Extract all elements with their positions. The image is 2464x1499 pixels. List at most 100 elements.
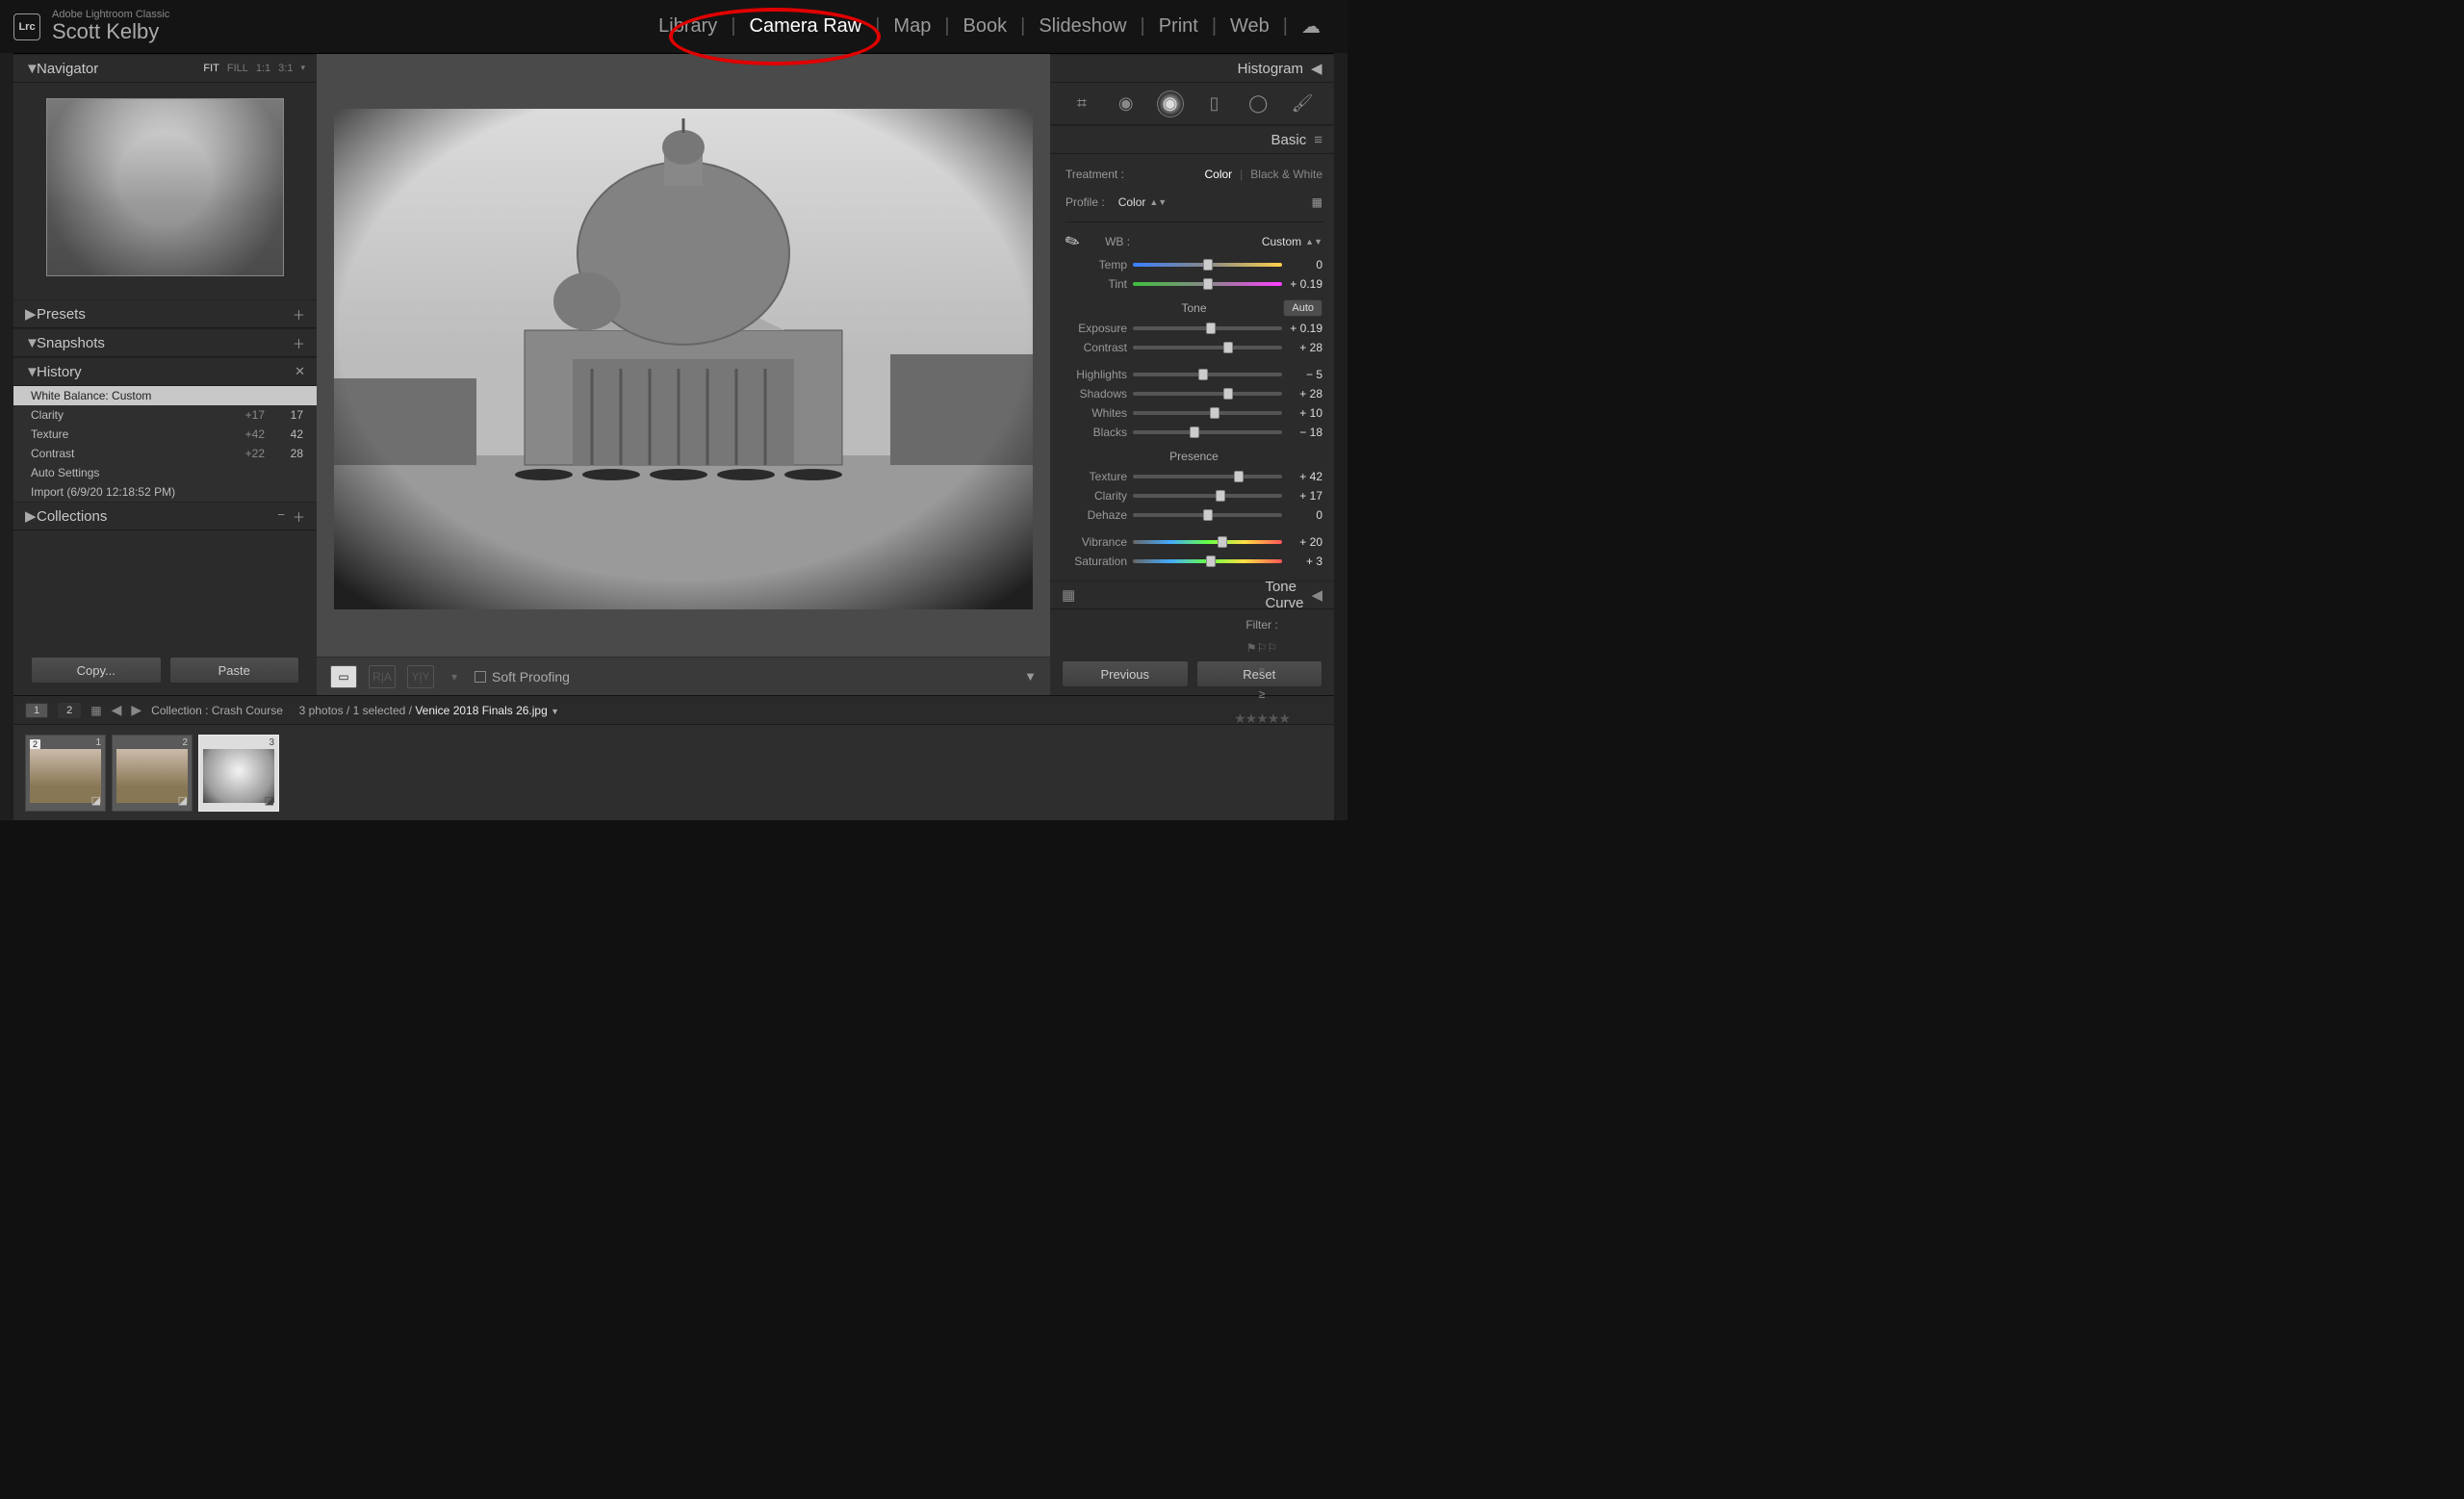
slider-knob[interactable] bbox=[1190, 426, 1199, 438]
module-map[interactable]: Map bbox=[880, 15, 944, 38]
slider-track[interactable] bbox=[1133, 411, 1282, 415]
filmstrip-thumb-selected[interactable]: 3 ◪ bbox=[198, 735, 279, 812]
slider-vibrance[interactable]: Vibrance+ 20 bbox=[1065, 532, 1322, 552]
slider-knob[interactable] bbox=[1203, 259, 1213, 271]
nav-back-icon[interactable]: ◀ bbox=[112, 702, 122, 718]
history-item[interactable]: Clarity+1717 bbox=[13, 405, 317, 425]
module-camera-raw[interactable]: Camera Raw bbox=[736, 15, 876, 38]
module-book[interactable]: Book bbox=[950, 15, 1021, 38]
dropdown-caret-icon[interactable]: ▼ bbox=[551, 707, 559, 716]
spot-removal-tool-icon[interactable]: ◉ bbox=[1113, 90, 1140, 117]
zoom-1to1[interactable]: 1:1 bbox=[256, 63, 270, 74]
auto-tone-button[interactable]: Auto bbox=[1283, 299, 1322, 317]
filmstrip-thumb[interactable]: 2 ◪ bbox=[112, 735, 192, 812]
history-item[interactable]: Texture+4242 bbox=[13, 425, 317, 444]
radial-filter-tool-icon[interactable]: ◯ bbox=[1245, 90, 1271, 117]
add-icon[interactable]: ＋ bbox=[293, 507, 305, 526]
red-eye-tool-icon[interactable]: ◉ bbox=[1157, 90, 1184, 117]
module-web[interactable]: Web bbox=[1217, 15, 1283, 38]
tone-curve-header[interactable]: ▦ Tone Curve ◀ bbox=[1050, 581, 1334, 609]
navigator-body[interactable] bbox=[13, 83, 317, 299]
slider-value[interactable]: − 18 bbox=[1288, 426, 1322, 439]
clear-icon[interactable]: ✕ bbox=[295, 364, 305, 379]
dropdown-caret-icon[interactable]: ▲▼ bbox=[1305, 237, 1322, 246]
wb-value[interactable]: Custom bbox=[1262, 235, 1301, 248]
filmstrip-thumb[interactable]: 1 2 ◪ bbox=[25, 735, 106, 812]
snapshots-header[interactable]: ▼ Snapshots ＋ bbox=[13, 328, 317, 357]
zoom-fill[interactable]: FILL bbox=[227, 63, 248, 74]
slider-track[interactable] bbox=[1133, 326, 1282, 330]
slider-knob[interactable] bbox=[1203, 278, 1213, 290]
navigator-header[interactable]: ▼ Navigator FIT FILL 1:1 3:1 ▾ bbox=[13, 54, 317, 83]
slider-contrast[interactable]: Contrast+ 28 bbox=[1065, 338, 1322, 357]
nav-forward-icon[interactable]: ▶ bbox=[131, 702, 141, 718]
slider-highlights[interactable]: Highlights− 5 bbox=[1065, 365, 1322, 384]
slider-tint[interactable]: Tint+ 0.19 bbox=[1065, 274, 1322, 294]
soft-proofing-toggle[interactable]: Soft Proofing bbox=[475, 669, 570, 685]
history-item[interactable]: Auto Settings bbox=[13, 463, 317, 482]
rating-gte-icon[interactable]: ≥ bbox=[1259, 687, 1266, 701]
panel-switch-icon[interactable]: ≡ bbox=[1314, 132, 1322, 148]
crop-tool-icon[interactable]: ⌗ bbox=[1068, 90, 1095, 117]
adjustment-brush-tool-icon[interactable]: 🖌 bbox=[1289, 90, 1316, 117]
history-item[interactable]: Contrast+2228 bbox=[13, 444, 317, 463]
slider-value[interactable]: + 10 bbox=[1288, 406, 1322, 420]
zoom-fit[interactable]: FIT bbox=[203, 63, 219, 74]
navigator-zoom-levels[interactable]: FIT FILL 1:1 3:1 ▾ bbox=[203, 63, 305, 74]
grid-view-icon[interactable]: ▦ bbox=[90, 704, 101, 717]
slider-blacks[interactable]: Blacks− 18 bbox=[1065, 423, 1322, 442]
module-slideshow[interactable]: Slideshow bbox=[1025, 15, 1140, 38]
main-window-tab[interactable]: 1 bbox=[25, 703, 48, 718]
slider-knob[interactable] bbox=[1218, 536, 1227, 548]
before-after-menu-icon[interactable]: ▾ bbox=[446, 665, 463, 688]
slider-exposure[interactable]: Exposure+ 0.19 bbox=[1065, 319, 1322, 338]
panel-switch-icon[interactable]: ▦ bbox=[1062, 586, 1075, 604]
slider-value[interactable]: + 3 bbox=[1288, 555, 1322, 568]
treatment-color[interactable]: Color bbox=[1204, 168, 1232, 181]
slider-track[interactable] bbox=[1133, 346, 1282, 349]
filter-settings-icon[interactable]: ≡ bbox=[1258, 664, 1265, 678]
checkbox-icon[interactable] bbox=[475, 671, 486, 683]
before-after-lr-button[interactable]: R|A bbox=[369, 665, 396, 688]
slider-saturation[interactable]: Saturation+ 3 bbox=[1065, 552, 1322, 571]
filmstrip[interactable]: 1 2 ◪ 2 ◪ 3 ◪ bbox=[13, 724, 1334, 820]
add-icon[interactable]: ＋ bbox=[293, 305, 305, 323]
slider-track[interactable] bbox=[1133, 540, 1282, 544]
wb-picker-icon[interactable]: ✎ bbox=[1062, 229, 1084, 253]
slider-value[interactable]: + 0.19 bbox=[1288, 277, 1322, 291]
left-rail-collapse[interactable] bbox=[0, 53, 13, 820]
slider-dehaze[interactable]: Dehaze0 bbox=[1065, 505, 1322, 525]
slider-track[interactable] bbox=[1133, 494, 1282, 498]
slider-value[interactable]: + 28 bbox=[1288, 341, 1322, 354]
zoom-3to1[interactable]: 3:1 bbox=[278, 63, 293, 74]
loupe-view-button[interactable]: ▭ bbox=[330, 665, 357, 688]
profile-browser-icon[interactable]: ▦ bbox=[1312, 195, 1322, 209]
slider-value[interactable]: − 5 bbox=[1288, 368, 1322, 381]
treatment-bw[interactable]: Black & White bbox=[1250, 168, 1322, 181]
breadcrumb[interactable]: Collection : Crash Course 3 photos / 1 s… bbox=[151, 704, 559, 717]
presets-header[interactable]: ▶ Presets ＋ bbox=[13, 299, 317, 328]
profile-row[interactable]: Profile : Color ▲▼ ▦ bbox=[1065, 189, 1322, 216]
slider-value[interactable]: + 28 bbox=[1288, 387, 1322, 401]
paste-button[interactable]: Paste bbox=[169, 657, 300, 684]
slider-value[interactable]: + 17 bbox=[1288, 489, 1322, 503]
slider-value[interactable]: + 42 bbox=[1288, 470, 1322, 483]
previous-button[interactable]: Previous bbox=[1062, 660, 1189, 687]
slider-track[interactable] bbox=[1133, 392, 1282, 396]
slider-knob[interactable] bbox=[1206, 323, 1216, 334]
basic-panel-header[interactable]: Basic ≡ bbox=[1050, 125, 1334, 154]
slider-knob[interactable] bbox=[1223, 342, 1233, 353]
slider-knob[interactable] bbox=[1198, 369, 1208, 380]
slider-knob[interactable] bbox=[1223, 388, 1233, 400]
identity-plate[interactable]: Adobe Lightroom Classic Scott Kelby bbox=[52, 9, 169, 43]
slider-knob[interactable] bbox=[1203, 509, 1213, 521]
stack-badge[interactable]: 2 bbox=[30, 739, 40, 749]
second-window-tab[interactable]: 2 bbox=[58, 703, 81, 718]
main-image[interactable] bbox=[334, 109, 1033, 609]
slider-knob[interactable] bbox=[1216, 490, 1225, 502]
slider-temp[interactable]: Temp0 bbox=[1065, 255, 1322, 274]
navigator-thumbnail[interactable] bbox=[46, 98, 284, 276]
module-print[interactable]: Print bbox=[1145, 15, 1212, 38]
slider-knob[interactable] bbox=[1206, 556, 1216, 567]
slider-value[interactable]: 0 bbox=[1288, 508, 1322, 522]
